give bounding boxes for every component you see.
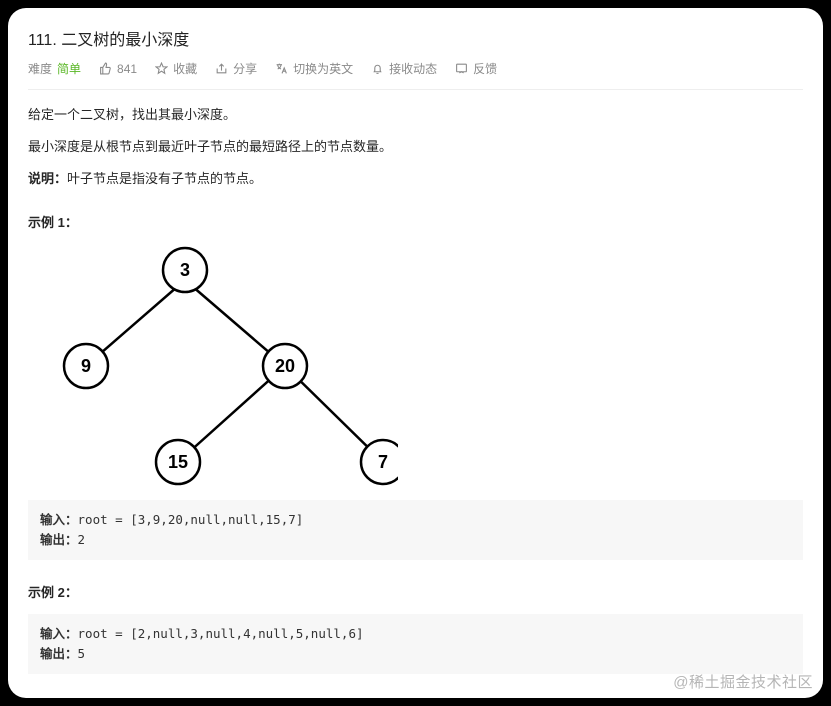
output-value: 5 xyxy=(78,646,86,661)
description-line: 说明：叶子节点是指没有子节点的节点。 xyxy=(28,168,803,190)
share-button[interactable]: 分享 xyxy=(215,60,257,77)
likes-count: 841 xyxy=(117,62,137,76)
input-value: root = [2,null,3,null,4,null,5,null,6] xyxy=(78,626,364,641)
favorite-button[interactable]: 收藏 xyxy=(155,60,197,77)
notifications-label: 接收动态 xyxy=(389,60,437,77)
tree-node: 7 xyxy=(378,452,388,472)
thumbs-up-icon xyxy=(99,62,112,75)
output-label: 输出： xyxy=(40,646,78,661)
example2-code: 输入：root = [2,null,3,null,4,null,5,null,6… xyxy=(28,614,803,674)
example1-label: 示例 1： xyxy=(28,212,803,234)
likes-button[interactable]: 841 xyxy=(99,62,137,76)
share-label: 分享 xyxy=(233,60,257,77)
difficulty-label: 难度 xyxy=(28,60,52,77)
favorite-label: 收藏 xyxy=(173,60,197,77)
description-line: 给定一个二叉树，找出其最小深度。 xyxy=(28,104,803,126)
note-text: 叶子节点是指没有子节点的节点。 xyxy=(67,171,262,186)
bell-icon xyxy=(371,62,384,75)
notifications-button[interactable]: 接收动态 xyxy=(371,60,437,77)
share-icon xyxy=(215,62,228,75)
example1-tree-diagram: 3 9 20 15 7 xyxy=(28,244,398,494)
star-icon xyxy=(155,62,168,75)
feedback-icon xyxy=(455,62,468,75)
input-label: 输入： xyxy=(40,512,78,527)
example1-code: 输入：root = [3,9,20,null,null,15,7] 输出：2 xyxy=(28,500,803,560)
description-line: 最小深度是从根节点到最近叶子节点的最短路径上的节点数量。 xyxy=(28,136,803,158)
tree-node: 15 xyxy=(168,452,188,472)
watermark: @稀土掘金技术社区 xyxy=(673,671,813,692)
switch-language-button[interactable]: 切换为英文 xyxy=(275,60,353,77)
meta-row: 难度 简单 841 收藏 分享 切换为英文 接收动态 反馈 xyxy=(28,60,803,90)
feedback-label: 反馈 xyxy=(473,60,497,77)
problem-panel: 111. 二叉树的最小深度 难度 简单 841 收藏 分享 切换为英文 接收动态 xyxy=(8,8,823,698)
problem-content: 给定一个二叉树，找出其最小深度。 最小深度是从根节点到最近叶子节点的最短路径上的… xyxy=(28,90,803,698)
output-label: 输出： xyxy=(40,532,78,547)
tree-node: 9 xyxy=(81,356,91,376)
note-prefix: 说明： xyxy=(28,171,67,186)
translate-icon xyxy=(275,62,288,75)
switch-language-label: 切换为英文 xyxy=(293,60,353,77)
example2-label: 示例 2： xyxy=(28,582,803,604)
tree-node: 3 xyxy=(180,260,190,280)
input-value: root = [3,9,20,null,null,15,7] xyxy=(78,512,304,527)
output-value: 2 xyxy=(78,532,86,547)
input-label: 输入： xyxy=(40,626,78,641)
tree-node: 20 xyxy=(275,356,295,376)
feedback-button[interactable]: 反馈 xyxy=(455,60,497,77)
problem-title: 111. 二叉树的最小深度 xyxy=(28,26,803,50)
difficulty-value: 简单 xyxy=(57,60,81,77)
difficulty: 难度 简单 xyxy=(28,60,81,77)
